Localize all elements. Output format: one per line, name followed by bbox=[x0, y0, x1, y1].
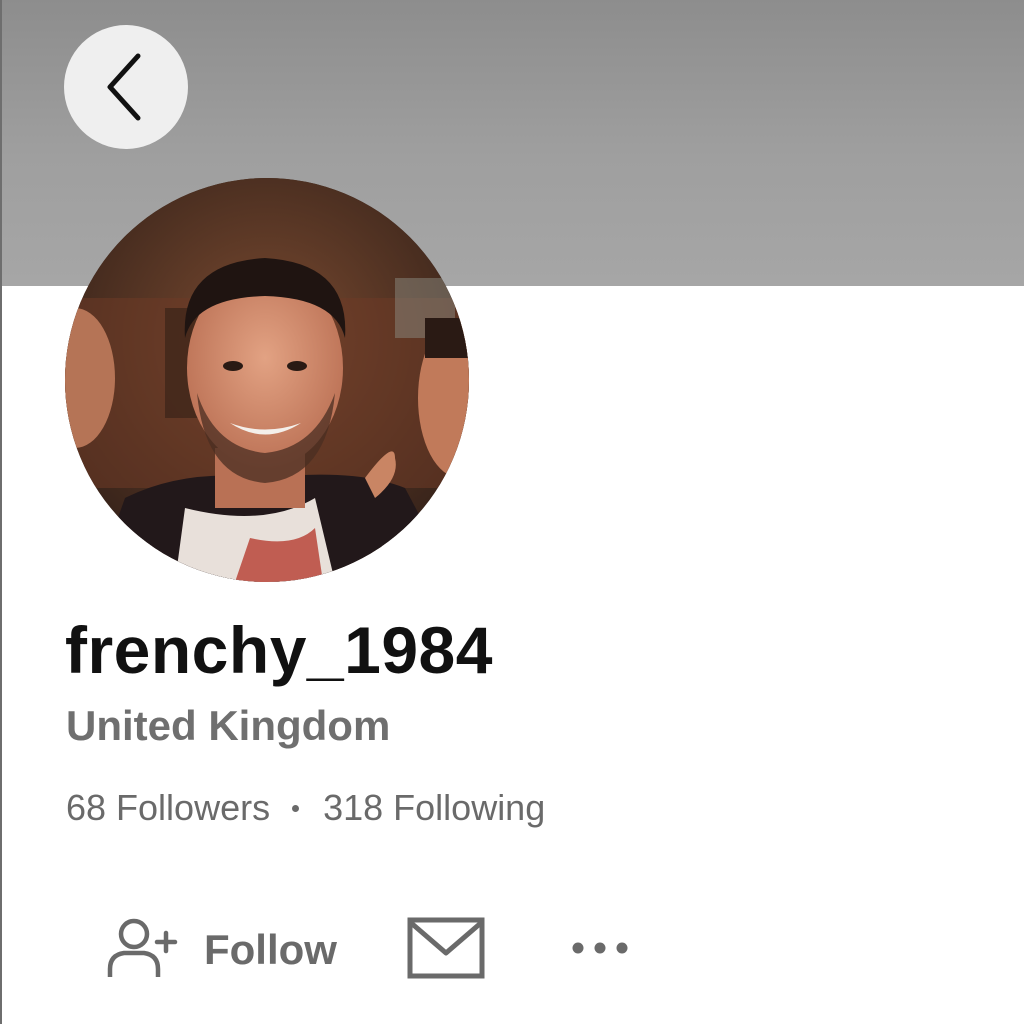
add-user-icon bbox=[106, 917, 180, 984]
action-bar: Follow bbox=[106, 912, 629, 988]
following-count[interactable]: 318 Following bbox=[323, 787, 545, 829]
followers-count[interactable]: 68 Followers bbox=[66, 787, 270, 829]
avatar[interactable] bbox=[65, 178, 469, 582]
message-button[interactable] bbox=[407, 917, 485, 984]
envelope-icon bbox=[407, 917, 485, 984]
follow-button[interactable]: Follow bbox=[106, 917, 337, 984]
profile-screen: frenchy_1984 United Kingdom 68 Followers… bbox=[0, 0, 1024, 1024]
chevron-left-icon bbox=[102, 52, 150, 122]
back-button[interactable] bbox=[64, 25, 188, 149]
location: United Kingdom bbox=[66, 702, 391, 749]
more-button[interactable] bbox=[571, 940, 629, 961]
username: frenchy_1984 bbox=[65, 613, 493, 687]
separator-dot bbox=[292, 804, 300, 812]
follow-stats: 68 Followers 318 Following bbox=[66, 787, 545, 829]
more-horizontal-icon bbox=[571, 940, 629, 961]
follow-label: Follow bbox=[204, 926, 337, 973]
